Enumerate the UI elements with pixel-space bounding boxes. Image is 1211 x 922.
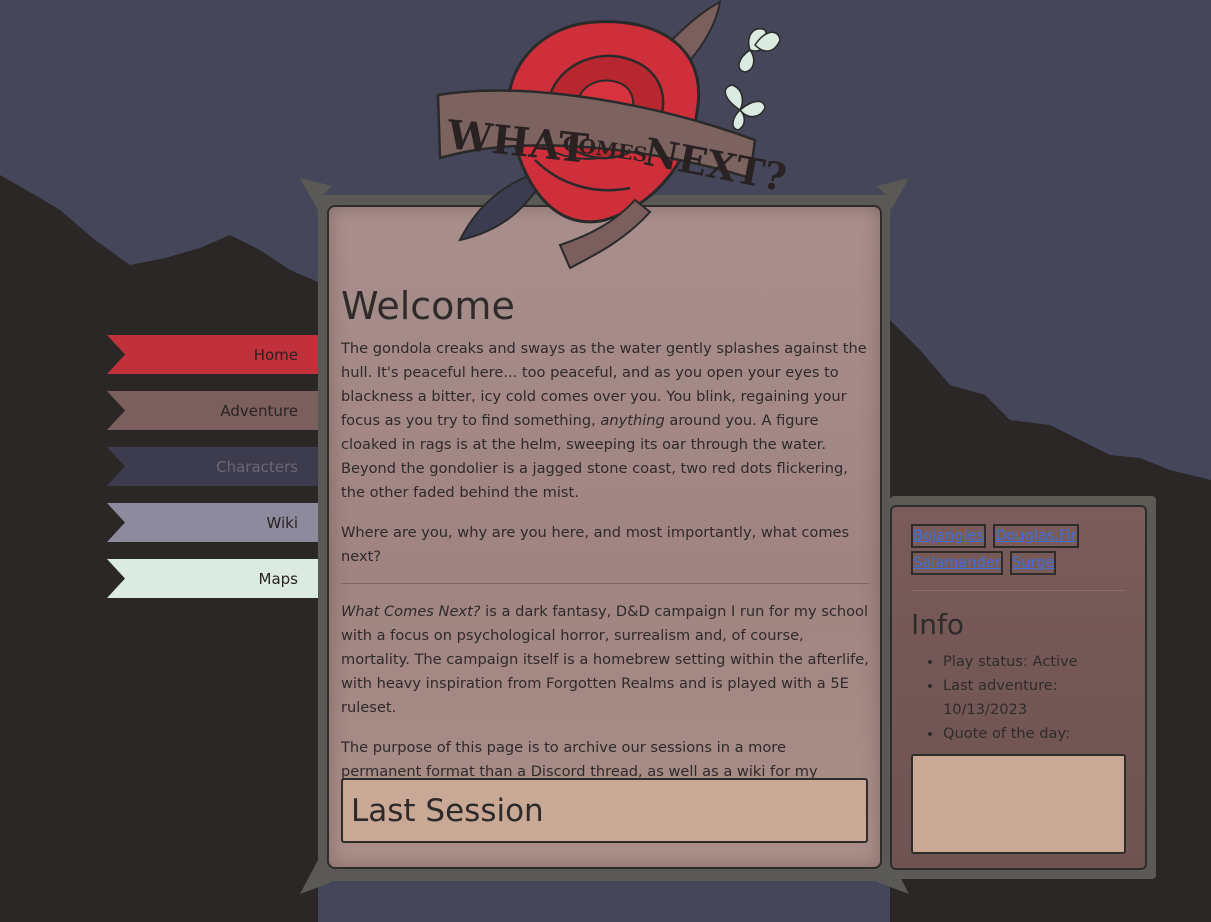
info-item-status: Play status: Active: [943, 650, 1111, 674]
intro-paragraph: The gondola creaks and sways as the wate…: [341, 337, 869, 505]
side-divider: [911, 590, 1125, 591]
nav-wiki-label: Wiki: [266, 514, 298, 532]
nav-maps[interactable]: Maps: [107, 559, 318, 598]
about-paragraph: What Comes Next? is a dark fantasy, D&D …: [341, 600, 869, 720]
character-link[interactable]: Douglas.Fir: [993, 524, 1079, 548]
nav-adventure-label: Adventure: [220, 402, 298, 420]
last-session-box: Last Session: [341, 778, 868, 843]
info-list: Play status: Active Last adventure: 10/1…: [911, 650, 1111, 746]
main-content: Welcome The gondola creaks and sways as …: [341, 283, 869, 824]
question-paragraph: Where are you, why are you here, and mos…: [341, 524, 850, 565]
nav-characters-label: Characters: [216, 458, 298, 476]
site-logo: WHAT COMES NEXT?: [436, 0, 790, 270]
character-links: Bojangles Douglas.Fir Salamander Surge: [911, 524, 1126, 578]
page-title: Welcome: [341, 284, 515, 328]
character-link[interactable]: Surge: [1009, 551, 1057, 575]
info-item-last-adventure: Last adventure: 10/13/2023: [943, 674, 1111, 722]
nav-home[interactable]: Home: [107, 335, 318, 374]
nav-adventure[interactable]: Adventure: [107, 391, 318, 430]
last-session-title: Last Session: [351, 793, 544, 829]
butterfly-icon: [738, 28, 781, 73]
main-nav: Home Adventure Characters Wiki Maps: [107, 335, 318, 615]
info-item-quote: Quote of the day:: [943, 722, 1111, 746]
nav-characters[interactable]: Characters: [107, 447, 318, 486]
quote-box: [911, 754, 1126, 854]
content-divider: [341, 583, 869, 584]
intro-emphasis: anything: [600, 412, 665, 429]
nav-maps-label: Maps: [258, 570, 298, 588]
character-link[interactable]: Bojangles: [911, 524, 987, 548]
info-title: Info: [911, 608, 964, 641]
character-link[interactable]: Salamander: [911, 551, 1003, 575]
nav-wiki[interactable]: Wiki: [107, 503, 318, 542]
about-emphasis: What Comes Next?: [341, 603, 481, 620]
butterfly-icon: [724, 84, 766, 131]
nav-home-label: Home: [253, 346, 298, 364]
